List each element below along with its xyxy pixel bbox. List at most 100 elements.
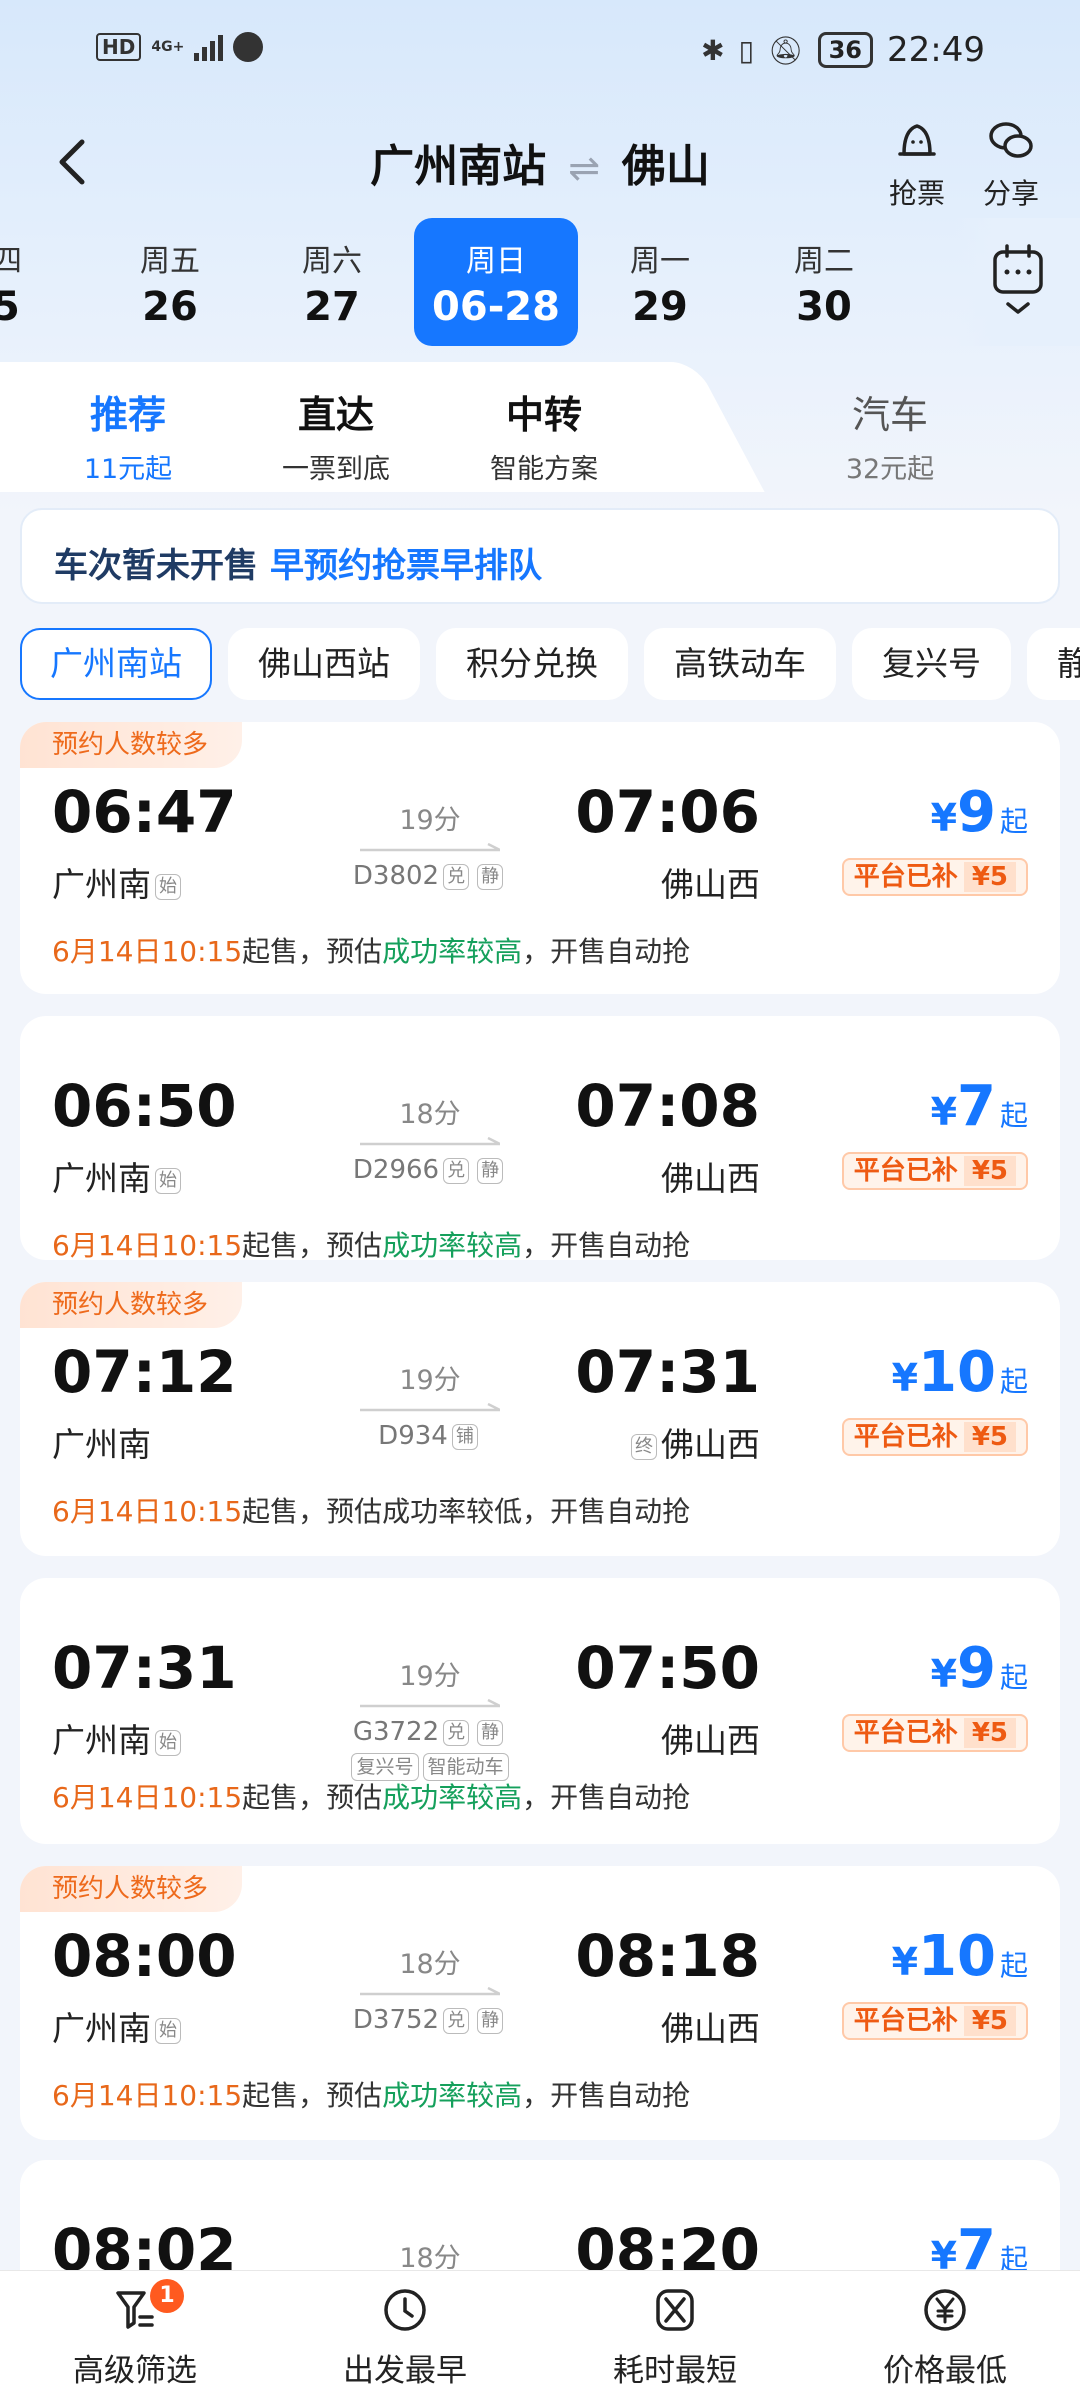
presale-notice[interactable]: 车次暂未开售 早预约抢票早排队 — [20, 508, 1060, 604]
app-header: 广州南站 ⇌ 佛山 抢票 分享 — [0, 110, 1080, 220]
signal-icon — [194, 33, 224, 61]
train-info: 19分 D3802 兑静 — [300, 798, 560, 891]
success-rate: 成功率较高 — [382, 1781, 523, 1814]
train-number: D2966 兑静 — [300, 1155, 560, 1185]
yuan-icon — [924, 2289, 966, 2331]
swap-icon[interactable]: ⇌ — [568, 146, 600, 190]
train-number: G3722 兑静 — [300, 1717, 560, 1747]
sale-info: 6月14日10:15起售，预估成功率较低，开售自动抢 — [52, 1495, 691, 1528]
advanced-filter-button[interactable]: 1 高级筛选 — [0, 2279, 270, 2390]
train-card[interactable]: 06:50 07:08 广州南始 佛山西 18分 D2966 兑静 ¥7 起平台已补 ¥5 6月14… — [20, 1016, 1060, 1260]
chip-quiet[interactable]: 静音车厢 — [1027, 628, 1080, 700]
chip-guangzhounan[interactable]: 广州南站 — [20, 628, 212, 700]
success-rate: 成功率较高 — [382, 935, 523, 968]
tab-transfer[interactable]: 中转 智能方案 — [444, 384, 644, 486]
train-card[interactable]: 07:31 07:50 广州南始佛山西 19分 G3722 兑静复兴号 智能动车 ¥9 起平台已… — [20, 1578, 1060, 1844]
departure-station: 广州南始 — [52, 1152, 185, 1200]
chip-points[interactable]: 积分兑换 — [436, 628, 628, 700]
departure-station: 广州南 — [52, 1425, 151, 1464]
price: ¥9 起 — [930, 1636, 1028, 1701]
arrival-station: 佛山西 — [661, 1159, 760, 1198]
trip-type-tabs: 推荐 11元起 直达 一票到底 中转 智能方案 汽车 32元起 — [0, 362, 1080, 492]
share-button[interactable]: 分享 — [966, 116, 1056, 212]
duration: 19分 — [399, 1661, 461, 1692]
direction-arrow-icon — [360, 1403, 500, 1412]
arrival-time: 07:50 — [575, 1634, 760, 1702]
duration: 19分 — [399, 1365, 461, 1396]
hourglass-icon — [656, 2289, 694, 2331]
to-station[interactable]: 佛山 — [622, 141, 710, 192]
arrival-time: 07:31 — [575, 1338, 760, 1406]
train-info: 18分 D2966 兑静 — [300, 1092, 560, 1185]
direction-arrow-icon — [360, 1137, 500, 1146]
origin-tag: 始 — [155, 2017, 181, 2044]
sale-info: 6月14日10:15起售，预估成功率较高，开售自动抢 — [52, 1229, 691, 1260]
date-item[interactable]: 周四25 — [0, 218, 72, 346]
terminal-tag: 终 — [631, 1433, 657, 1460]
train-feature-tag: 静 — [477, 863, 504, 890]
departure-time: 06:50 — [52, 1072, 237, 1140]
calendar-button[interactable] — [955, 218, 1080, 346]
train-feature-tag: 铺 — [451, 1423, 478, 1450]
date-item[interactable]: 周二 30 — [744, 218, 904, 346]
nav-label: 高级筛选 — [73, 2353, 197, 2389]
bluetooth-icon: ✱ — [701, 33, 725, 67]
notice-status: 车次暂未开售 — [54, 546, 258, 586]
popular-badge: 预约人数较多 — [20, 1866, 243, 1912]
tab-recommended[interactable]: 推荐 11元起 — [28, 384, 228, 486]
tab-bus[interactable]: 汽车 32元起 — [790, 384, 990, 486]
train-feature-tag: 静 — [477, 1719, 504, 1746]
status-bar: HD 4G+ ✱ ▯ 🔕︎ 36 22:49 — [0, 0, 1080, 110]
arrival-time: 07:06 — [575, 778, 760, 846]
direction-arrow-icon — [360, 1987, 500, 1996]
arrival-time: 08:18 — [575, 1922, 760, 1990]
train-number: D3752 兑静 — [300, 2005, 560, 2035]
filter-count-badge: 1 — [150, 2279, 184, 2313]
sort-cheapest-button[interactable]: 价格最低 — [810, 2285, 1080, 2390]
sale-info: 6月14日10:15起售，预估成功率较高，开售自动抢 — [52, 1781, 691, 1814]
arrival-time: 07:08 — [575, 1072, 760, 1140]
sale-info: 6月14日10:15起售，预估成功率较高，开售自动抢 — [52, 935, 691, 968]
grab-ticket-label: 抢票 — [888, 177, 945, 210]
date-item-selected[interactable]: 周日 06-28 — [414, 218, 578, 346]
mute-icon: 🔕︎ — [768, 33, 804, 67]
train-card[interactable]: 预约人数较多 08:00 08:18 广州南始 佛山西 18分 D3752 兑静 ¥10 起平台已… — [20, 1866, 1060, 2140]
origin-tag: 始 — [155, 1167, 181, 1194]
departure-time: 07:31 — [52, 1634, 237, 1702]
departure-station: 广州南始 — [52, 858, 185, 906]
chip-fuxing[interactable]: 复兴号 — [852, 628, 1011, 700]
success-rate: 成功率较高 — [382, 2079, 523, 2112]
chip-foshanxi[interactable]: 佛山西站 — [228, 628, 420, 700]
arrival-station: 佛山西 — [661, 865, 760, 904]
train-feature-tag: 静 — [477, 2007, 504, 2034]
nav-label: 出发最早 — [343, 2353, 467, 2389]
train-card[interactable]: 预约人数较多 06:47 07:06 广州南始 佛山西 19分 D3802 兑静 ¥9 起平台已补… — [20, 722, 1060, 994]
departure-time: 07:12 — [52, 1338, 237, 1406]
from-station[interactable]: 广州南站 — [370, 141, 546, 192]
success-rate: 成功率较低 — [382, 1495, 523, 1528]
wechat-icon — [989, 122, 1033, 158]
date-item[interactable]: 周五 26 — [90, 218, 250, 346]
tab-direct[interactable]: 直达 一票到底 — [236, 384, 436, 486]
sale-info: 6月14日10:15起售，预估成功率较高，开售自动抢 — [52, 2079, 691, 2112]
train-feature-tag: 兑 — [443, 1157, 470, 1184]
nav-label: 价格最低 — [883, 2353, 1007, 2389]
train-card[interactable]: 预约人数较多 07:12 07:31 广州南 终佛山西 19分 D934 铺 ¥10 起平台已补 ¥… — [20, 1282, 1060, 1556]
chip-high-speed[interactable]: 高铁动车 — [644, 628, 836, 700]
grab-ticket-button[interactable]: 抢票 — [872, 116, 962, 212]
bell-icon — [898, 124, 936, 156]
sort-earliest-button[interactable]: 出发最早 — [270, 2285, 540, 2390]
bottom-sort-bar: 1 高级筛选 出发最早 耗时最短 价格最低 — [0, 2270, 1080, 2400]
date-item[interactable]: 周六 27 — [252, 218, 412, 346]
departure-station: 广州南始 — [52, 2002, 185, 2050]
train-feature-tag: 静 — [477, 1157, 504, 1184]
sort-shortest-button[interactable]: 耗时最短 — [540, 2285, 810, 2390]
date-item[interactable]: 周一 29 — [580, 218, 740, 346]
duration: 19分 — [399, 805, 461, 836]
date-selector: 周四25 周五26 周六27 周日06-28 周一29 周二30 — [0, 218, 1080, 346]
vibrate-icon: ▯ — [738, 33, 755, 67]
direction-arrow-icon — [360, 1699, 500, 1708]
arrival-station: 佛山西 — [661, 1721, 760, 1760]
train-info: 18分 D3752 兑静 — [300, 1942, 560, 2035]
subsidy-badge: 平台已补 ¥5 — [841, 1418, 1028, 1456]
